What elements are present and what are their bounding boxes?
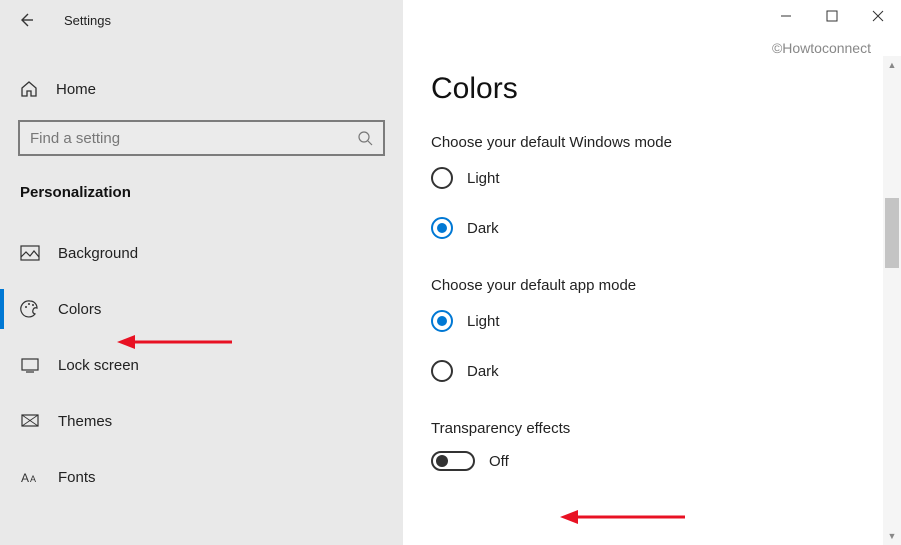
app-title: Settings (64, 13, 111, 28)
radio-icon (431, 360, 453, 382)
nav-label: Themes (58, 413, 112, 430)
section-title: Personalization (20, 184, 403, 201)
radio-label: Dark (467, 363, 499, 380)
sidebar-item-themes[interactable]: Themes (0, 393, 403, 449)
radio-label: Light (467, 170, 500, 187)
watermark: ©Howtoconnect (772, 40, 871, 56)
radio-icon (431, 217, 453, 239)
radio-icon (431, 310, 453, 332)
toggle-state-label: Off (489, 453, 509, 470)
home-icon (20, 80, 38, 98)
sidebar-item-colors[interactable]: Colors (0, 281, 403, 337)
close-icon (872, 10, 884, 22)
transparency-toggle-row: Off (431, 451, 873, 471)
radio-label: Dark (467, 220, 499, 237)
nav-label: Fonts (58, 469, 96, 486)
picture-icon (20, 243, 40, 263)
search-wrap (18, 120, 385, 156)
svg-text:A: A (21, 471, 29, 485)
app-mode-label: Choose your default app mode (431, 277, 873, 294)
radio-icon (431, 167, 453, 189)
radio-label: Light (467, 313, 500, 330)
app-mode-light[interactable]: Light (431, 310, 873, 332)
themes-icon (20, 411, 40, 431)
maximize-button[interactable] (809, 0, 855, 32)
svg-text:A: A (30, 474, 36, 484)
scrollbar[interactable]: ▲ ▼ (883, 56, 901, 545)
search-icon (357, 130, 373, 146)
home-nav[interactable]: Home (0, 68, 403, 110)
sidebar-item-lockscreen[interactable]: Lock screen (0, 337, 403, 393)
titlebar: Settings (0, 0, 403, 40)
search-input[interactable] (30, 130, 357, 147)
minimize-icon (780, 10, 792, 22)
transparency-label: Transparency effects (431, 420, 873, 437)
nav-label: Background (58, 245, 138, 262)
sidebar-item-background[interactable]: Background (0, 225, 403, 281)
fonts-icon: AA (20, 467, 40, 487)
palette-icon (20, 299, 40, 319)
nav-label: Lock screen (58, 357, 139, 374)
maximize-icon (826, 10, 838, 22)
windows-mode-dark[interactable]: Dark (431, 217, 873, 239)
search-box[interactable] (18, 120, 385, 156)
scroll-up-button[interactable]: ▲ (883, 56, 901, 74)
close-button[interactable] (855, 0, 901, 32)
app-mode-dark[interactable]: Dark (431, 360, 873, 382)
nav-label: Colors (58, 301, 101, 318)
scroll-down-button[interactable]: ▼ (883, 527, 901, 545)
minimize-button[interactable] (763, 0, 809, 32)
scroll-thumb[interactable] (885, 198, 899, 268)
back-arrow-icon (18, 12, 34, 28)
sidebar: Settings Home Personalization Background… (0, 0, 403, 545)
page-title: Colors (431, 72, 873, 106)
windows-mode-label: Choose your default Windows mode (431, 134, 873, 151)
back-button[interactable] (12, 6, 40, 34)
windows-mode-light[interactable]: Light (431, 167, 873, 189)
home-label: Home (56, 81, 96, 98)
transparency-toggle[interactable] (431, 451, 475, 471)
sidebar-item-fonts[interactable]: AA Fonts (0, 449, 403, 505)
lockscreen-icon (20, 355, 40, 375)
window-controls (763, 0, 901, 32)
main-content: ©Howtoconnect Colors Choose your default… (403, 0, 901, 545)
